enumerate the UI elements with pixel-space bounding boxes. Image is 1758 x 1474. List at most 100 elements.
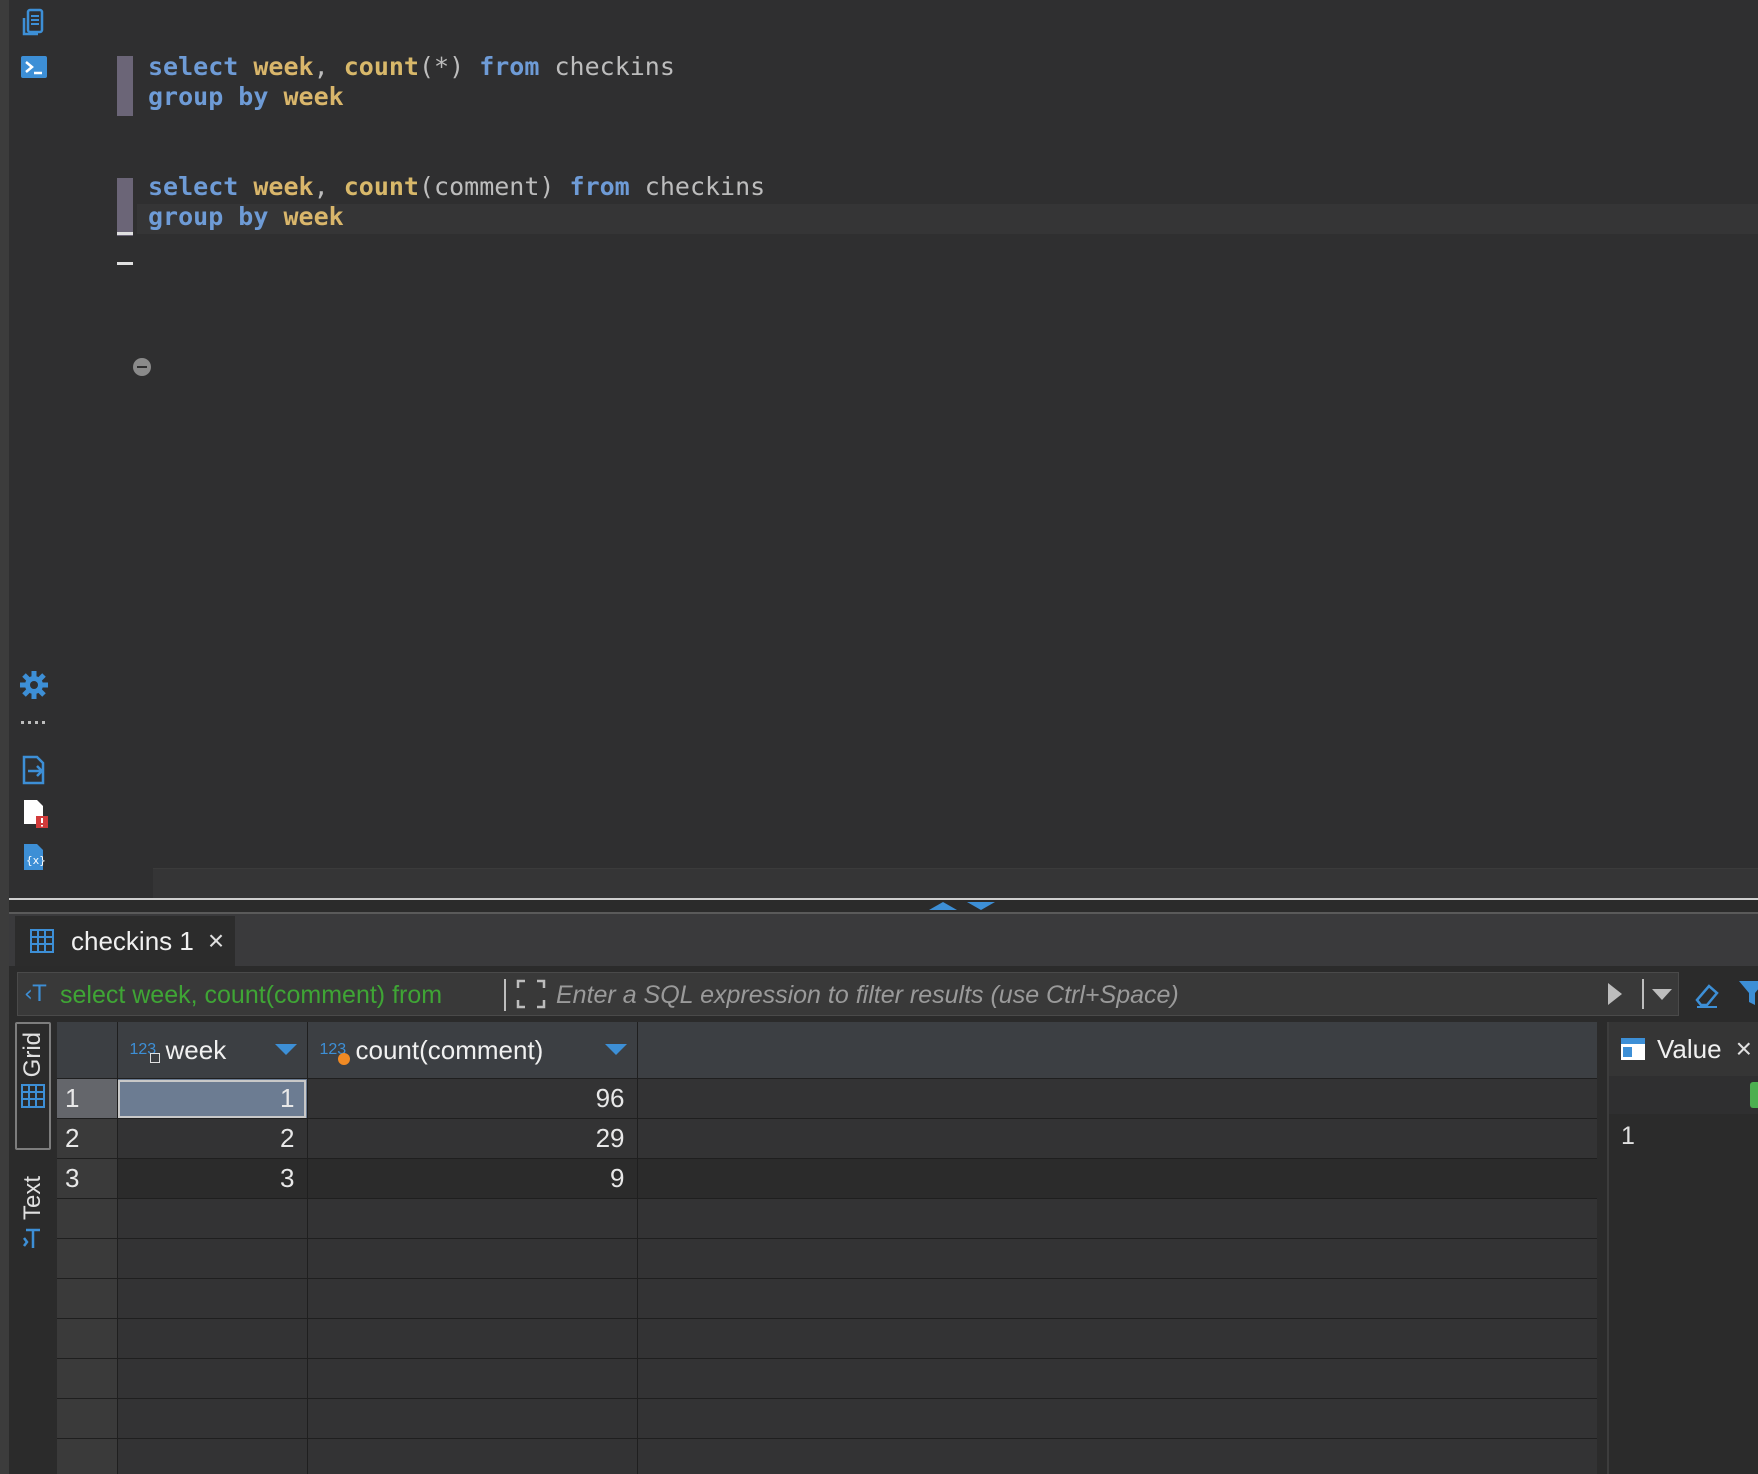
text-mode-icon <box>23 1228 40 1249</box>
function-arg: (*) <box>418 52 465 81</box>
file-error-icon[interactable] <box>19 798 49 828</box>
divider <box>504 979 506 1011</box>
column-header-count[interactable]: 123 count(comment) <box>307 1022 638 1079</box>
value-panel-icon <box>1621 1038 1645 1060</box>
empty-cell <box>637 1158 1597 1199</box>
horizontal-scrollbar[interactable] <box>153 868 1758 899</box>
maximize-results-icon[interactable] <box>967 902 995 910</box>
sql-text-icon: ‹T <box>24 982 47 1007</box>
cell-count[interactable]: 9 <box>307 1158 638 1199</box>
text-view-label: Text <box>19 1176 46 1221</box>
filter-expression-input[interactable] <box>554 977 1588 1013</box>
query-2-line-1[interactable]: select week, count(comment) from checkin… <box>148 172 765 202</box>
identifier: week <box>283 202 344 231</box>
punctuation: , <box>313 172 329 201</box>
close-panel-icon[interactable]: × <box>1736 1033 1752 1065</box>
caret-mark <box>117 262 133 265</box>
fold-toggle-icon[interactable] <box>133 358 151 376</box>
cell-count[interactable]: 96 <box>307 1078 638 1119</box>
row-number-header[interactable] <box>57 1022 118 1079</box>
row-number[interactable]: 3 <box>57 1158 118 1199</box>
maximize-editor-icon[interactable] <box>929 902 957 910</box>
query-block-marker-active <box>117 178 133 236</box>
cell-week[interactable]: 2 <box>117 1118 308 1159</box>
column-header-label: count(comment) <box>355 1034 544 1065</box>
close-tab-icon[interactable]: × <box>208 927 224 955</box>
window-edge <box>0 0 9 1474</box>
execute-script-icon[interactable] <box>19 8 49 38</box>
empty-row <box>57 1358 1597 1399</box>
empty-row <box>57 1318 1597 1359</box>
identifier: week <box>253 172 314 201</box>
filter-funnel-icon[interactable] <box>1737 978 1758 1008</box>
column-header-week[interactable]: 123 week <box>117 1022 308 1079</box>
empty-header <box>637 1022 1597 1079</box>
empty-row <box>57 1438 1597 1474</box>
grid-icon <box>21 1084 45 1109</box>
keyword: select <box>148 52 239 81</box>
identifier: week <box>253 52 314 81</box>
svg-text:{x}: {x} <box>26 854 46 867</box>
text-view-tab[interactable]: Text <box>15 1168 51 1288</box>
sort-dropdown-icon[interactable] <box>604 1044 627 1055</box>
active-query-preview[interactable]: select week, count(comment) from <box>60 981 500 1010</box>
grid-view-tab[interactable]: Grid <box>15 1022 51 1150</box>
filter-history-dropdown-icon[interactable] <box>1652 989 1672 1000</box>
results-tab[interactable]: checkins 1 × <box>15 916 235 966</box>
keyword: from <box>569 172 630 201</box>
query-1-line-1[interactable]: select week, count(*) from checkins <box>148 52 675 82</box>
view-mode-tabs: Grid Text <box>9 1022 57 1474</box>
keyword: from <box>479 52 540 81</box>
value-panel-header: Value × <box>1609 1022 1758 1076</box>
computed-column-dot-icon <box>337 1053 350 1065</box>
clear-filter-eraser-icon[interactable] <box>1693 980 1721 1010</box>
filter-bar: ‹T select week, count(comment) from <box>9 966 1758 1022</box>
value-panel-title: Value <box>1657 1033 1722 1064</box>
apply-filter-icon[interactable] <box>1608 983 1622 1005</box>
panel-splitter[interactable] <box>9 898 1758 914</box>
more-dots-icon[interactable] <box>19 716 49 728</box>
settings-gear-icon[interactable] <box>19 670 49 700</box>
save-value-icon[interactable] <box>1750 1082 1758 1108</box>
expand-icon[interactable] <box>514 977 548 1011</box>
identifier: week <box>283 82 344 111</box>
sort-dropdown-icon[interactable] <box>274 1044 297 1055</box>
table-name: checkins <box>554 52 675 81</box>
function-name: count <box>343 52 419 81</box>
table-row[interactable]: 3 3 9 <box>57 1158 1597 1199</box>
cell-week[interactable]: 1 <box>117 1078 308 1119</box>
function-arg: (comment) <box>418 172 555 201</box>
variables-file-icon[interactable]: {x} <box>19 842 49 872</box>
divider <box>1642 979 1644 1009</box>
empty-cell <box>637 1078 1597 1119</box>
results-tab-label: checkins 1 <box>71 925 194 956</box>
keyword: select <box>148 172 239 201</box>
export-file-icon[interactable] <box>19 755 49 785</box>
query-1-line-2[interactable]: group by week <box>148 82 344 112</box>
empty-row <box>57 1198 1597 1239</box>
punctuation: , <box>313 52 329 81</box>
caret-mark <box>117 232 133 235</box>
editor-side-toolbar: {x} <box>9 0 69 898</box>
selected-cell-value[interactable]: 1 <box>1621 1122 1758 1151</box>
column-header-label: week <box>165 1034 227 1065</box>
results-tab-bar: checkins 1 × <box>9 914 1758 966</box>
results-grid[interactable]: 123 week 123 count(comment) 1 1 96 2 2 2… <box>57 1022 1597 1474</box>
table-row[interactable]: 1 1 96 <box>57 1078 1597 1119</box>
table-grid-icon <box>30 929 54 953</box>
row-number[interactable]: 2 <box>57 1118 118 1159</box>
cell-week[interactable]: 3 <box>117 1158 308 1199</box>
empty-cell <box>637 1118 1597 1159</box>
value-viewer-panel: Value × 1 <box>1607 1022 1758 1474</box>
sql-editor[interactable]: select week, count(*) from checkins grou… <box>9 0 1758 899</box>
current-line-highlight <box>137 204 1758 234</box>
row-number[interactable]: 1 <box>57 1078 118 1119</box>
empty-row <box>57 1398 1597 1439</box>
console-icon[interactable] <box>19 52 49 82</box>
query-2-line-2[interactable]: group by week <box>148 202 344 232</box>
table-row[interactable]: 2 2 29 <box>57 1118 1597 1159</box>
table-name: checkins <box>644 172 766 201</box>
function-name: count <box>343 172 419 201</box>
grid-view-label: Grid <box>19 1032 46 1078</box>
cell-count[interactable]: 29 <box>307 1118 638 1159</box>
